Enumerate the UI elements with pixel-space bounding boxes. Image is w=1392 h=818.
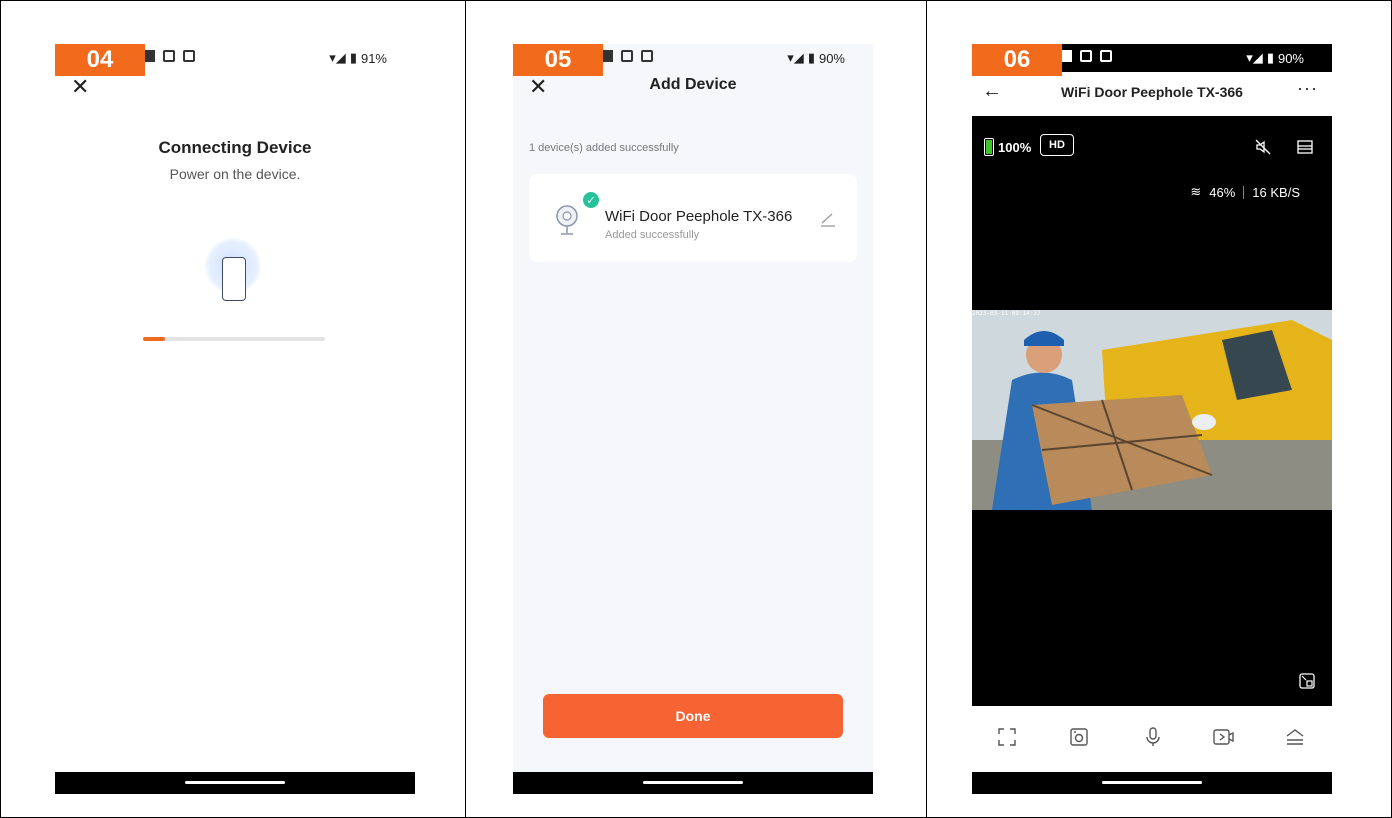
- screen-live-view: ▾◢ ▮ 90% 06 ← WiFi Door Peephole TX-366 ··…: [972, 44, 1332, 794]
- control-toolbar: [972, 706, 1332, 772]
- wifi-icon: ▾◢: [329, 50, 346, 65]
- divider: [926, 0, 927, 818]
- nav-bar: [513, 772, 873, 794]
- app-icon: [163, 50, 175, 62]
- battery-level: 91%: [360, 50, 387, 66]
- battery-icon: [984, 138, 994, 156]
- video-timestamp: 2023-03-11 09:14:37: [972, 310, 1041, 317]
- video-view[interactable]: 100% HD ≋ 46% 16 KB/S 2023-03-11 09:14:3…: [972, 116, 1332, 706]
- data-rate: 16 KB/S: [1252, 184, 1300, 200]
- page-title: Connecting Device: [158, 138, 312, 157]
- home-handle[interactable]: [185, 781, 285, 784]
- added-count: 1 device(s) added successfully: [529, 142, 679, 154]
- page-title: WiFi Door Peephole TX-366: [1061, 84, 1243, 100]
- battery-icon: ▮: [807, 50, 815, 65]
- step-badge: 04: [55, 44, 145, 76]
- battery-icon: ▮: [1266, 50, 1274, 65]
- screenshot-icon[interactable]: [1068, 726, 1090, 748]
- app-icon: [621, 50, 633, 62]
- layout-icon[interactable]: [1296, 138, 1314, 156]
- video-icon: [1100, 50, 1112, 62]
- progress-bar: [143, 337, 325, 341]
- step-badge: 06: [972, 44, 1062, 76]
- battery-level: 90%: [1277, 50, 1304, 66]
- wifi-icon: ▾◢: [787, 50, 804, 65]
- fullscreen-icon[interactable]: [996, 726, 1018, 748]
- wifi-signal-icon: ≋: [1190, 184, 1202, 199]
- picture-in-picture-icon[interactable]: [1298, 672, 1316, 690]
- phone-icon: [222, 257, 246, 301]
- home-handle[interactable]: [643, 781, 743, 784]
- divider: [465, 0, 466, 818]
- close-icon[interactable]: ✕: [71, 74, 89, 100]
- microphone-icon[interactable]: [1142, 726, 1164, 748]
- expand-menu-icon[interactable]: [1284, 726, 1306, 748]
- nav-bar: [972, 772, 1332, 794]
- wifi-icon: ▾◢: [1246, 50, 1263, 65]
- camera-icon: [556, 205, 578, 235]
- video-icon: [641, 50, 653, 62]
- battery-percent: 100%: [998, 139, 1032, 155]
- screen-add-device: ▾◢ ▮ 90% 05 ✕ Add Device 1 device(s) added…: [513, 44, 873, 794]
- record-icon[interactable]: [1212, 726, 1236, 748]
- progress-fill: [143, 337, 165, 341]
- page-title: Add Device: [649, 76, 737, 93]
- device-card[interactable]: ✓ WiFi Door Peephole TX-366 Added succes…: [529, 174, 857, 262]
- battery-icon: ▮: [349, 50, 357, 65]
- device-status: Added successfully: [605, 229, 700, 241]
- mute-icon[interactable]: [1254, 138, 1272, 156]
- edit-icon[interactable]: [819, 210, 837, 228]
- check-icon: ✓: [583, 192, 599, 208]
- device-name: WiFi Door Peephole TX-366: [605, 208, 793, 225]
- app-icon: [1080, 50, 1092, 62]
- home-handle[interactable]: [1102, 781, 1202, 784]
- device-battery: 100%: [984, 138, 1031, 156]
- done-button[interactable]: Done: [543, 694, 843, 738]
- header: ← WiFi Door Peephole TX-366 ···: [972, 72, 1332, 116]
- nav-bar: [55, 772, 415, 794]
- camera-feed-image: [972, 310, 1332, 510]
- video-icon: [183, 50, 195, 62]
- separator: [1243, 185, 1245, 199]
- camera-feed: 2023-03-11 09:14:37: [972, 310, 1332, 510]
- network-info: ≋ 46% 16 KB/S: [1190, 184, 1300, 200]
- page-subtitle: Power on the device.: [169, 166, 301, 182]
- screen-connecting: ▾◢ ▮ 91% 04 ✕ Connecting Device Power on t…: [55, 44, 415, 794]
- battery-level: 90%: [818, 50, 845, 66]
- signal-strength: 46%: [1209, 184, 1236, 200]
- quality-button[interactable]: HD: [1040, 134, 1074, 156]
- more-options-icon[interactable]: ···: [1297, 78, 1318, 99]
- step-badge: 05: [513, 44, 603, 76]
